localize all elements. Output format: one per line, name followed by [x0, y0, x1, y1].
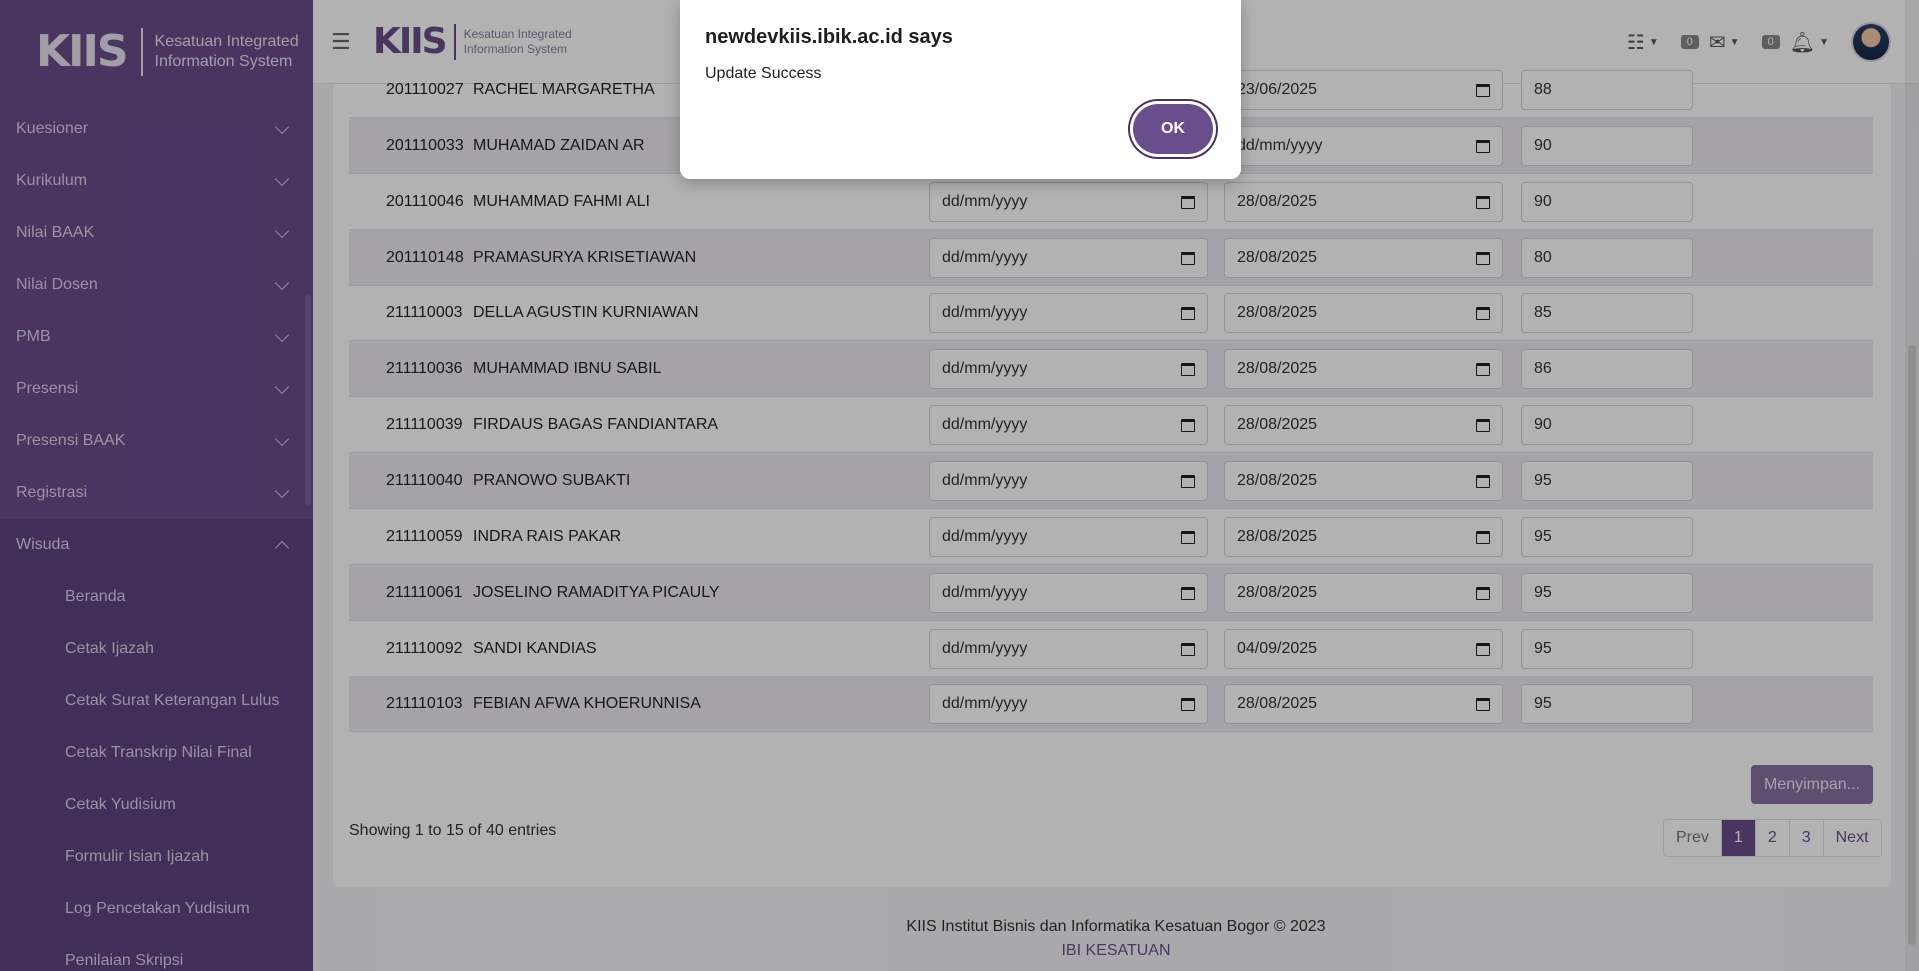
alert-dialog: newdevkiis.ibik.ac.id says Update Succes…	[680, 0, 1241, 179]
page-scrollbar-thumb[interactable]	[1908, 345, 1916, 945]
page-scrollbar[interactable]	[1905, 0, 1919, 971]
ok-button[interactable]: OK	[1133, 104, 1213, 154]
dialog-title: newdevkiis.ibik.ac.id says	[705, 26, 953, 48]
dialog-message: Update Success	[705, 65, 822, 82]
